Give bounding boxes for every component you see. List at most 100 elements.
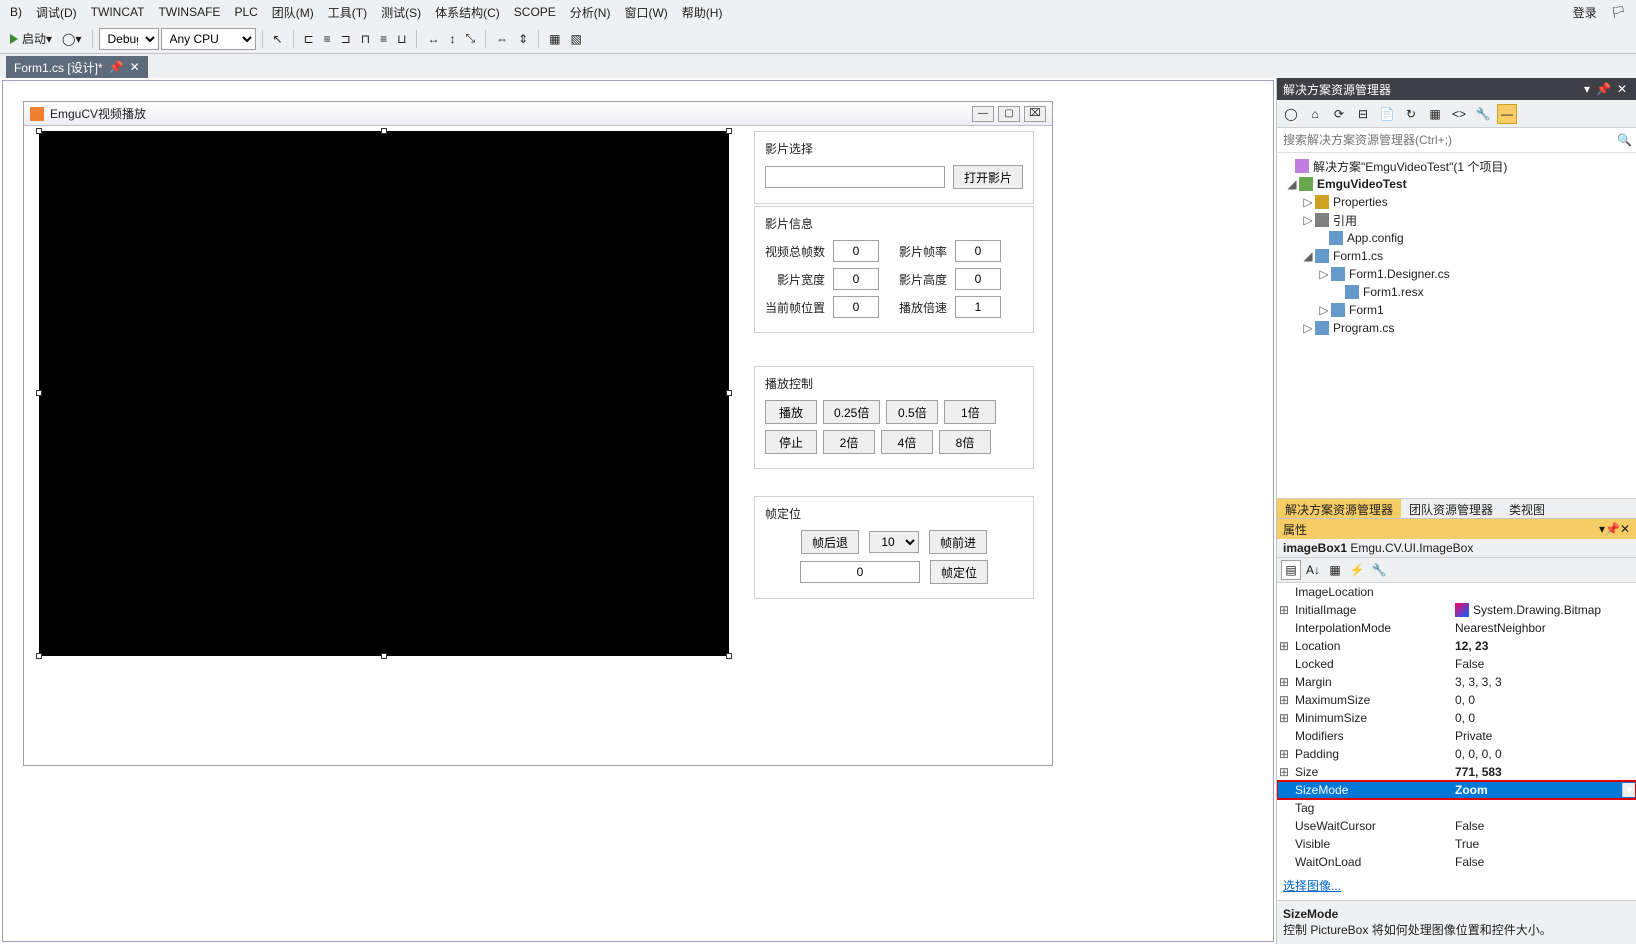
resize-handle[interactable]: [726, 128, 732, 134]
tree-references-node[interactable]: ▷引用: [1277, 211, 1636, 229]
align-left-icon[interactable]: ⊏: [300, 30, 318, 48]
align-right-icon[interactable]: ⊐: [337, 30, 355, 48]
menu-item[interactable]: 测试(S): [375, 2, 427, 23]
show-all-icon[interactable]: 📄: [1377, 104, 1397, 124]
menu-item[interactable]: PLC: [228, 3, 263, 21]
maximize-icon[interactable]: ▢: [998, 106, 1020, 122]
property-value[interactable]: Zoom▾: [1451, 783, 1636, 797]
pin-icon[interactable]: 📌: [109, 60, 124, 74]
frame-pos-input[interactable]: [800, 561, 920, 583]
stop-button[interactable]: 停止: [765, 430, 817, 454]
property-row-size[interactable]: ⊞Size771, 583: [1277, 763, 1636, 781]
property-value[interactable]: False: [1451, 819, 1636, 833]
resize-handle[interactable]: [381, 128, 387, 134]
collapse-icon[interactable]: ⊟: [1353, 104, 1373, 124]
properties-icon[interactable]: ▦: [1325, 560, 1345, 580]
events-icon[interactable]: ⚡: [1347, 560, 1367, 580]
expand-icon[interactable]: ⊞: [1277, 639, 1291, 653]
resize-handle[interactable]: [36, 390, 42, 396]
property-value[interactable]: System.Drawing.Bitmap: [1451, 603, 1636, 617]
speed-2-button[interactable]: 2倍: [823, 430, 875, 454]
toggle-icon[interactable]: —: [1497, 104, 1517, 124]
vspacing-icon[interactable]: ⇕: [514, 30, 532, 48]
property-value[interactable]: NearestNeighbor: [1451, 621, 1636, 635]
menu-item[interactable]: SCOPE: [508, 3, 562, 21]
resize-handle[interactable]: [36, 653, 42, 659]
properties-icon[interactable]: ▦: [1425, 104, 1445, 124]
speed-4-button[interactable]: 4倍: [881, 430, 933, 454]
browser-menu-icon[interactable]: ◯▾: [58, 30, 85, 48]
close-icon[interactable]: ✕: [1614, 82, 1630, 96]
property-row-maximumsize[interactable]: ⊞MaximumSize0, 0: [1277, 691, 1636, 709]
menu-item[interactable]: B): [4, 3, 28, 21]
speed-field[interactable]: [955, 296, 1001, 318]
property-value[interactable]: 0, 0, 0, 0: [1451, 747, 1636, 761]
property-row-tag[interactable]: Tag: [1277, 799, 1636, 817]
speed-025-button[interactable]: 0.25倍: [823, 400, 880, 424]
property-row-modifiers[interactable]: ModifiersPrivate: [1277, 727, 1636, 745]
send-back-icon[interactable]: ▧: [566, 30, 585, 48]
fps-field[interactable]: [955, 240, 1001, 262]
bring-front-icon[interactable]: ▦: [545, 30, 564, 48]
tree-solution-node[interactable]: 解决方案"EmguVideoTest"(1 个项目): [1277, 157, 1636, 175]
menu-item[interactable]: 分析(N): [564, 2, 617, 23]
align-bottom-icon[interactable]: ⊔: [393, 30, 410, 48]
width-field[interactable]: [833, 268, 879, 290]
pin-icon[interactable]: 📌: [1593, 82, 1614, 96]
tree-form1cs-node[interactable]: ◢Form1.cs: [1277, 247, 1636, 265]
expand-icon[interactable]: ⊞: [1277, 675, 1291, 689]
form-window[interactable]: EmguCV视频播放 — ▢ ⌧ 影片选择: [23, 101, 1053, 766]
expand-icon[interactable]: ⊞: [1277, 603, 1291, 617]
expand-icon[interactable]: ⊞: [1277, 747, 1291, 761]
property-row-interpolationmode[interactable]: InterpolationModeNearestNeighbor: [1277, 619, 1636, 637]
frame-seek-button[interactable]: 帧定位: [930, 560, 988, 584]
close-icon[interactable]: ✕: [130, 60, 140, 74]
tab-class-view[interactable]: 类视图: [1501, 499, 1553, 518]
property-row-initialimage[interactable]: ⊞InitialImageSystem.Drawing.Bitmap: [1277, 601, 1636, 619]
pointer-icon[interactable]: ↖: [269, 30, 287, 48]
property-value[interactable]: 771, 583: [1451, 765, 1636, 779]
alphabetical-icon[interactable]: A↓: [1303, 560, 1323, 580]
home-icon[interactable]: ⌂: [1305, 104, 1325, 124]
open-file-button[interactable]: 打开影片: [953, 165, 1023, 189]
property-row-location[interactable]: ⊞Location12, 23: [1277, 637, 1636, 655]
search-icon[interactable]: 🔍: [1617, 133, 1632, 147]
doc-tab-form1-design[interactable]: Form1.cs [设计]* 📌 ✕: [6, 56, 148, 78]
property-value[interactable]: False: [1451, 657, 1636, 671]
size-height-icon[interactable]: ↕: [445, 30, 459, 48]
preview-icon[interactable]: <>: [1449, 104, 1469, 124]
align-center-icon[interactable]: ≡: [320, 30, 335, 48]
tree-file-node[interactable]: App.config: [1277, 229, 1636, 247]
resize-handle[interactable]: [381, 653, 387, 659]
frame-back-button[interactable]: 帧后退: [801, 530, 859, 554]
solution-search-input[interactable]: [1281, 130, 1617, 150]
menu-item[interactable]: 体系结构(C): [429, 2, 506, 23]
resize-handle[interactable]: [726, 390, 732, 396]
wrench-icon[interactable]: 🔧: [1473, 104, 1493, 124]
menu-item[interactable]: 团队(M): [266, 2, 320, 23]
property-value[interactable]: 0, 0: [1451, 693, 1636, 707]
categorized-icon[interactable]: ▤: [1281, 560, 1301, 580]
property-value[interactable]: False: [1451, 855, 1636, 869]
expand-icon[interactable]: ⊞: [1277, 693, 1291, 707]
tree-file-node[interactable]: ▷Program.cs: [1277, 319, 1636, 337]
close-window-icon[interactable]: ⌧: [1024, 106, 1046, 122]
tree-file-node[interactable]: ▷Form1.Designer.cs: [1277, 265, 1636, 283]
menu-item[interactable]: 工具(T): [322, 2, 373, 23]
properties-object[interactable]: imageBox1 Emgu.CV.UI.ImageBox: [1277, 539, 1636, 558]
speed-8-button[interactable]: 8倍: [939, 430, 991, 454]
property-row-minimumsize[interactable]: ⊞MinimumSize0, 0: [1277, 709, 1636, 727]
config-combo[interactable]: Debug: [99, 28, 159, 50]
cur-frame-field[interactable]: [833, 296, 879, 318]
step-combo[interactable]: 10: [869, 531, 919, 553]
select-image-link[interactable]: 选择图像...: [1283, 879, 1341, 893]
pin-icon[interactable]: 📌: [1605, 522, 1620, 536]
speed-05-button[interactable]: 0.5倍: [886, 400, 938, 424]
property-row-imagelocation[interactable]: ImageLocation: [1277, 583, 1636, 601]
property-value[interactable]: 0, 0: [1451, 711, 1636, 725]
login-link[interactable]: 登录: [1567, 2, 1603, 23]
property-pages-icon[interactable]: 🔧: [1369, 560, 1389, 580]
align-middle-icon[interactable]: ≡: [376, 30, 391, 48]
designer-surface[interactable]: EmguCV视频播放 — ▢ ⌧ 影片选择: [2, 80, 1274, 942]
dropdown-icon[interactable]: ▾: [1622, 783, 1636, 797]
